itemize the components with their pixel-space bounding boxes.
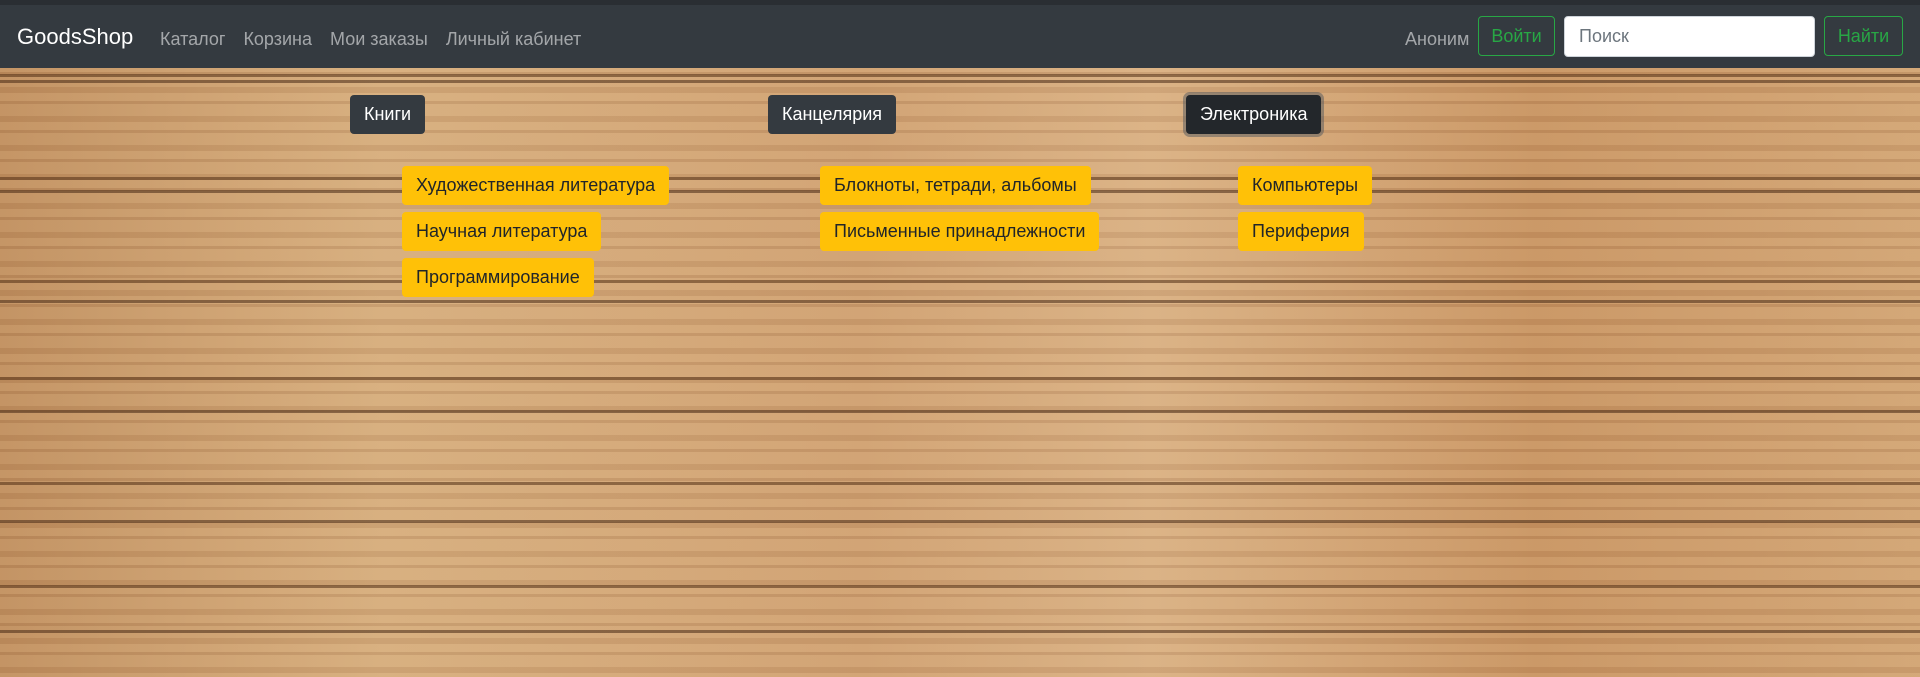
wood-background bbox=[0, 0, 1920, 677]
subcategory-peripherals-button[interactable]: Периферия bbox=[1238, 212, 1364, 251]
nav-links: Каталог Корзина Мои заказы Личный кабине… bbox=[160, 27, 581, 51]
wood-plank-line bbox=[0, 377, 1920, 380]
nav-link-account[interactable]: Личный кабинет bbox=[446, 27, 581, 51]
wood-plank-line bbox=[0, 585, 1920, 588]
subcategory-list-books: Художественная литература Научная литера… bbox=[402, 166, 670, 304]
category-stationery-button[interactable]: Канцелярия bbox=[768, 95, 897, 134]
subcategory-writing-supplies-button[interactable]: Письменные принадлежности bbox=[820, 212, 1100, 251]
nav-link-my-orders[interactable]: Мои заказы bbox=[330, 27, 428, 51]
subcategory-computers-button[interactable]: Компьютеры bbox=[1238, 166, 1373, 205]
category-electronics-button[interactable]: Электроника bbox=[1186, 95, 1322, 134]
category-books-button[interactable]: Книги bbox=[350, 95, 426, 134]
search-button[interactable]: Найти bbox=[1824, 16, 1903, 56]
subcategory-list-electronics: Компьютеры Периферия bbox=[1238, 166, 1373, 258]
wood-plank-line bbox=[0, 74, 1920, 77]
user-name-label: Аноним bbox=[1405, 29, 1470, 49]
nav-link-cart[interactable]: Корзина bbox=[243, 27, 312, 51]
wood-plank-line bbox=[0, 482, 1920, 485]
subcategory-programming-button[interactable]: Программирование bbox=[402, 258, 594, 297]
nav-link-catalog[interactable]: Каталог bbox=[160, 27, 225, 51]
brand-logo[interactable]: GoodsShop bbox=[17, 24, 133, 50]
wood-plank-line bbox=[0, 280, 1920, 283]
login-button[interactable]: Войти bbox=[1478, 16, 1555, 56]
subcategory-fiction-button[interactable]: Художественная литература bbox=[402, 166, 670, 205]
subcategory-notebooks-button[interactable]: Блокноты, тетради, альбомы bbox=[820, 166, 1091, 205]
top-navbar: GoodsShop Каталог Корзина Мои заказы Лич… bbox=[0, 0, 1920, 68]
search-input[interactable] bbox=[1564, 16, 1815, 57]
subcategory-list-stationery: Блокноты, тетради, альбомы Письменные пр… bbox=[820, 166, 1100, 258]
subcategory-science-button[interactable]: Научная литература bbox=[402, 212, 602, 251]
